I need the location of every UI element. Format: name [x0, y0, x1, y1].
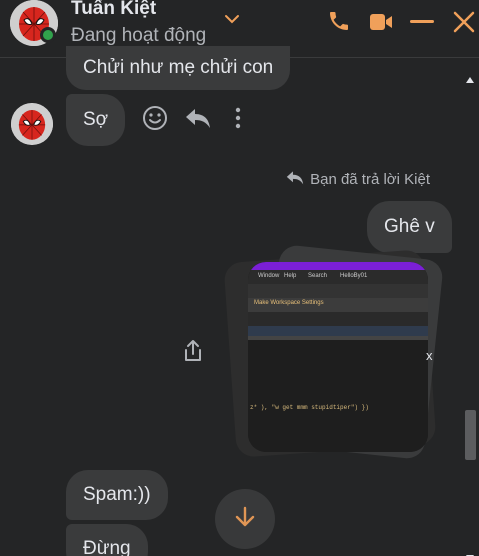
message-text: Spam:)) [83, 484, 151, 505]
share-icon[interactable] [183, 339, 203, 363]
reply-note-text: Bạn đã trả lời Kiệt [310, 171, 430, 188]
thumb-menu-item: Window [258, 273, 280, 279]
minimize-icon[interactable] [410, 20, 434, 24]
scroll-to-bottom-button[interactable] [215, 489, 275, 549]
message-bubble-incoming[interactable]: Sợ [66, 94, 126, 146]
react-emoji-icon[interactable] [142, 105, 168, 131]
online-status-dot [40, 27, 56, 43]
spiderman-avatar-image [11, 103, 53, 145]
thumb-menu-item: HelloBy01 [340, 273, 368, 279]
scrollbar-down-arrow[interactable] [466, 546, 474, 556]
message-text: Chửi như mẹ chửi con [83, 57, 274, 78]
scrollbar-thumb[interactable] [465, 410, 476, 460]
message-text: Ghê v [384, 216, 435, 237]
reply-indicator: Bạn đã trả lời Kiệt [286, 170, 430, 189]
stray-text: x [426, 348, 433, 363]
contact-name[interactable]: Tuấn Kiệt [71, 0, 156, 20]
thumb-banner: Make Workspace Settings [254, 300, 324, 306]
more-options-icon[interactable] [234, 107, 242, 129]
reply-arrow-icon [286, 170, 304, 189]
message-text: Sợ [83, 109, 109, 130]
arrow-down-icon [234, 505, 256, 533]
message-text: Đừng [83, 538, 131, 556]
thumb-menu-item: Help [284, 273, 297, 279]
shared-screenshot-image[interactable]: Window Help Search HelloBy01 Make Worksp… [248, 262, 428, 452]
chevron-down-icon[interactable] [224, 13, 240, 25]
screenshot-thumbnail-graphic [248, 262, 428, 452]
contact-status: Đang hoạt động [71, 25, 207, 46]
phone-icon[interactable] [327, 9, 351, 33]
message-bubble-incoming[interactable]: Spam:)) [66, 470, 168, 520]
sender-avatar[interactable] [11, 103, 53, 145]
video-camera-icon[interactable] [369, 12, 393, 32]
scrollbar-up-arrow[interactable] [466, 68, 474, 83]
thumb-code-line: z* ), "w get mmm stupidtiper") }) [250, 404, 369, 411]
thumb-menu-item: Search [308, 273, 328, 279]
close-icon[interactable] [452, 10, 476, 34]
message-bubble-incoming[interactable]: Đừng [66, 524, 148, 556]
reply-icon[interactable] [185, 107, 211, 129]
message-bubble-incoming[interactable]: Chửi như mẹ chửi con [66, 46, 291, 90]
